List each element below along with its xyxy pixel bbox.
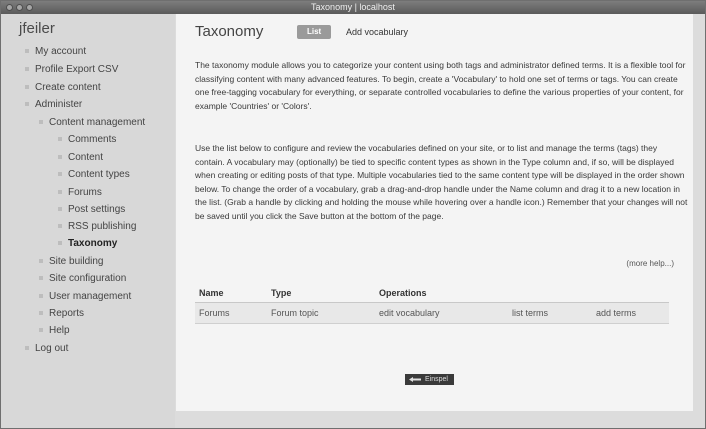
bullet-icon: [58, 137, 62, 142]
sidebar-item-label: Create content: [35, 82, 101, 93]
bullet-icon: [25, 85, 29, 90]
bullet-icon: [39, 259, 43, 264]
bullet-icon: [58, 207, 62, 212]
page-title: Taxonomy: [195, 23, 264, 40]
sidebar-item-label: Reports: [49, 308, 85, 319]
bullet-icon: [25, 49, 29, 54]
column-header-name: Name: [195, 284, 267, 303]
window-titlebar: Taxonomy | localhost: [1, 1, 705, 14]
sidebar-item-my-account[interactable]: My account: [25, 46, 86, 57]
sidebar-item-label: Content types: [68, 169, 130, 180]
tab-list[interactable]: List: [297, 25, 332, 39]
minimize-window-icon[interactable]: [16, 4, 23, 11]
bullet-icon: [25, 102, 29, 107]
arrow-left-icon: [409, 377, 421, 382]
bullet-icon: [58, 224, 62, 229]
tab-add-vocabulary[interactable]: Add vocabulary: [346, 25, 408, 39]
sidebar-item-comments[interactable]: Comments: [58, 134, 116, 145]
save-button-label: Einspel: [425, 376, 448, 383]
bullet-icon: [39, 276, 43, 281]
vocabulary-table: Name Type Operations Forums Forum topic …: [195, 284, 669, 324]
bullet-icon: [58, 190, 62, 195]
bullet-icon: [25, 346, 29, 351]
sidebar-item-site-configuration[interactable]: Site configuration: [39, 273, 126, 284]
sidebar-item-user-management[interactable]: User management: [39, 291, 131, 302]
sidebar-item-label: Content management: [49, 117, 146, 128]
bullet-icon: [39, 328, 43, 333]
sidebar: jfeiler My account Profile Export CSV Cr…: [1, 14, 175, 428]
column-header-operations: Operations: [375, 284, 669, 303]
bullet-icon: [39, 294, 43, 299]
intro-paragraph: The taxonomy module allows you to catego…: [195, 60, 686, 111]
sidebar-item-profile-export-csv[interactable]: Profile Export CSV: [25, 64, 118, 75]
vocabulary-type: Forum topic: [267, 302, 375, 324]
sidebar-item-create-content[interactable]: Create content: [25, 82, 101, 93]
add-terms-link[interactable]: add terms: [592, 302, 669, 324]
sidebar-item-label: User management: [49, 291, 132, 302]
list-terms-link[interactable]: list terms: [508, 302, 592, 324]
sidebar-item-forums[interactable]: Forums: [58, 187, 102, 198]
sidebar-item-label: Profile Export CSV: [35, 64, 119, 75]
sidebar-item-help[interactable]: Help: [39, 325, 70, 336]
sidebar-item-label: Forums: [68, 187, 102, 198]
sidebar-item-taxonomy[interactable]: Taxonomy: [58, 238, 117, 249]
window-title: Taxonomy | localhost: [311, 2, 395, 12]
sidebar-item-label: Help: [49, 325, 70, 336]
close-window-icon[interactable]: [6, 4, 13, 11]
table-row: Forums Forum topic edit vocabulary list …: [195, 302, 669, 324]
zoom-window-icon[interactable]: [26, 4, 33, 11]
bullet-icon: [39, 311, 43, 316]
main-content: Taxonomy List Add vocabulary The taxonom…: [176, 14, 693, 411]
sidebar-item-content-types[interactable]: Content types: [58, 169, 130, 180]
save-button[interactable]: Einspel: [405, 374, 454, 385]
sidebar-item-label: RSS publishing: [68, 221, 137, 232]
sidebar-item-reports[interactable]: Reports: [39, 308, 84, 319]
sidebar-item-label: Site building: [49, 256, 104, 267]
bullet-icon: [58, 241, 62, 246]
sidebar-item-label: My account: [35, 46, 87, 57]
sidebar-item-log-out[interactable]: Log out: [25, 343, 68, 354]
sidebar-item-label: Log out: [35, 343, 69, 354]
bullet-icon: [58, 172, 62, 177]
sidebar-item-label: Site configuration: [49, 273, 127, 284]
sidebar-item-label: Comments: [68, 134, 117, 145]
sidebar-item-site-building[interactable]: Site building: [39, 256, 103, 267]
sidebar-item-content[interactable]: Content: [58, 152, 103, 163]
sidebar-item-label: Administer: [35, 99, 83, 110]
site-name[interactable]: jfeiler: [19, 20, 55, 37]
instructions-paragraph: Use the list below to configure and revi…: [195, 143, 688, 221]
more-help-link[interactable]: (more help...): [626, 259, 674, 268]
sidebar-item-label: Content: [68, 152, 104, 163]
sidebar-item-content-management[interactable]: Content management: [39, 117, 145, 128]
browser-window: Taxonomy | localhost jfeiler My account …: [0, 0, 706, 429]
vocabulary-name[interactable]: Forums: [195, 302, 267, 324]
bullet-icon: [39, 120, 43, 125]
bullet-icon: [25, 67, 29, 72]
bullet-icon: [58, 155, 62, 160]
sidebar-item-post-settings[interactable]: Post settings: [58, 204, 125, 215]
sidebar-item-label: Post settings: [68, 204, 126, 215]
sidebar-item-label: Taxonomy: [68, 238, 118, 249]
sidebar-item-administer[interactable]: Administer: [25, 99, 82, 110]
sidebar-item-rss-publishing[interactable]: RSS publishing: [58, 221, 136, 232]
edit-vocabulary-link[interactable]: edit vocabulary: [375, 302, 508, 324]
table-header-row: Name Type Operations: [195, 284, 669, 303]
column-header-type: Type: [267, 284, 375, 303]
